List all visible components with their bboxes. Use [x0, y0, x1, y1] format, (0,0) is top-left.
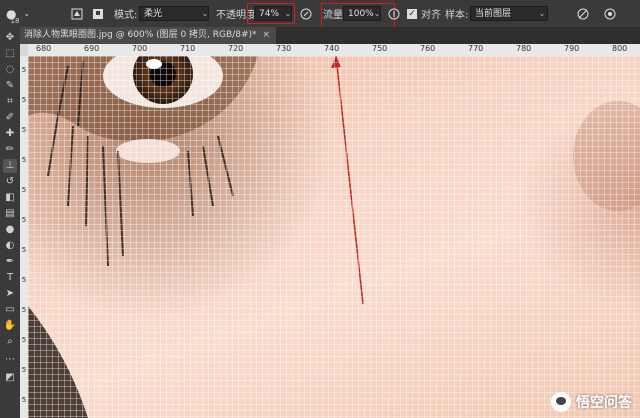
- ruler-tick-label: 780: [516, 44, 532, 53]
- ignore-adjustment-icon: [577, 8, 589, 19]
- brush-preset-picker[interactable]: ● 18 ⌄: [6, 0, 30, 27]
- ruler-tick-label: 5: [21, 126, 27, 134]
- clone-source-panel-button[interactable]: [71, 0, 83, 27]
- clone-stamp-tool-icon[interactable]: ⊥: [3, 159, 17, 173]
- crop-tool-icon[interactable]: ⌗: [3, 95, 17, 109]
- pressure-opacity-button[interactable]: [300, 0, 312, 27]
- ruler-tick-label: 5: [21, 336, 27, 344]
- history-brush-tool-icon[interactable]: ↺: [3, 175, 17, 189]
- edit-toolbar-icon[interactable]: ⋯: [3, 353, 17, 367]
- marquee-tool-icon[interactable]: ⬚: [3, 47, 17, 61]
- type-tool-icon[interactable]: T: [3, 271, 17, 285]
- sample-select[interactable]: 当前图层: [470, 6, 548, 21]
- mode-select[interactable]: 柔光: [139, 6, 209, 21]
- clone-source-icon: [71, 8, 83, 19]
- brush-tool-icon[interactable]: ✏: [3, 143, 17, 157]
- quick-select-tool-icon[interactable]: ✎: [3, 79, 17, 93]
- document-modified-mark: *: [252, 30, 257, 40]
- document-title: 消除人物黑眼圈图.jpg @ 600% (图层 0 拷贝, RGB/8#): [24, 30, 252, 40]
- airbrush-button[interactable]: [388, 0, 400, 27]
- chevron-down-icon: ⌄: [23, 9, 31, 18]
- tools-panel: ✥ ⬚ ◌ ✎ ⌗ ✐ ✚ ✏ ⊥ ↺ ◧ ▤ ● ◐ ✒ T ➤ ▭ ✋ ⌕ …: [0, 27, 21, 418]
- options-bar: ● 18 ⌄ 模式: 柔光 ⌄ 不透明度: 74% ⌄ 流量: 100% ⌄ ✓…: [0, 0, 640, 31]
- stamp-settings-icon: [93, 8, 103, 19]
- pressure-size-button[interactable]: [604, 0, 616, 27]
- brush-settings-button[interactable]: [92, 0, 104, 27]
- watermark: 悟空问答: [551, 392, 632, 412]
- ruler-tick-label: 750: [372, 44, 388, 53]
- ruler-tick-label: 5: [21, 186, 27, 194]
- move-tool-icon[interactable]: ✥: [3, 31, 17, 45]
- ruler-tick-label: 710: [180, 44, 196, 53]
- opacity-highlight-box: [247, 3, 295, 24]
- aligned-checkbox[interactable]: ✓: [407, 0, 417, 27]
- sample-value: 当前图层: [475, 9, 512, 19]
- eyedropper-tool-icon[interactable]: ✐: [3, 111, 17, 125]
- ruler-tick-label: 680: [36, 44, 52, 53]
- dodge-tool-icon[interactable]: ◐: [3, 239, 17, 253]
- brush-size: 18: [10, 16, 20, 25]
- ruler-tick-label: 5: [21, 306, 27, 314]
- ruler-tick-label: 5: [21, 216, 27, 224]
- chevron-down-icon: ⌄: [538, 9, 546, 18]
- chevron-down-icon: ⌄: [201, 9, 209, 18]
- ruler-origin[interactable]: [20, 44, 28, 56]
- checkbox-checked-icon: ✓: [407, 8, 417, 19]
- ruler-tick-label: 800: [612, 44, 628, 53]
- foreground-background-color-icon[interactable]: ◩: [3, 371, 17, 385]
- ruler-tick-label: 690: [84, 44, 100, 53]
- ruler-tick-label: 5: [21, 276, 27, 284]
- blur-tool-icon[interactable]: ●: [3, 223, 17, 237]
- ruler-tick-label: 720: [228, 44, 244, 53]
- ruler-tick-label: 5: [21, 396, 27, 404]
- mode-label: 模式:: [114, 10, 138, 21]
- healing-brush-tool-icon[interactable]: ✚: [3, 127, 17, 141]
- ruler-tick-label: 5: [21, 156, 27, 164]
- pixel-grid: [28, 56, 640, 418]
- gradient-tool-icon[interactable]: ▤: [3, 207, 17, 221]
- close-icon[interactable]: ×: [263, 30, 271, 40]
- ruler-tick-label: 5: [21, 366, 27, 374]
- document-tab[interactable]: 消除人物黑眼圈图.jpg @ 600% (图层 0 拷贝, RGB/8#)* ×: [20, 27, 277, 44]
- eraser-tool-icon[interactable]: ◧: [3, 191, 17, 205]
- watermark-text: 悟空问答: [576, 395, 632, 411]
- aligned-label: 对齐: [421, 10, 441, 21]
- hand-tool-icon[interactable]: ✋: [3, 319, 17, 333]
- ignore-adjustment-layers-button[interactable]: [577, 0, 589, 27]
- wukong-logo-icon: [551, 392, 571, 412]
- pen-tool-icon[interactable]: ✒: [3, 255, 17, 269]
- mode-value: 柔光: [144, 9, 163, 19]
- document-tab-bar: 消除人物黑眼圈图.jpg @ 600% (图层 0 拷贝, RGB/8#)* ×: [20, 27, 640, 44]
- ruler-tick-label: 5: [21, 246, 27, 254]
- pressure-pen-icon: [300, 8, 312, 19]
- ruler-tick-label: 5: [21, 96, 27, 104]
- airbrush-icon: [388, 8, 400, 19]
- ruler-tick-label: 740: [324, 44, 340, 53]
- ruler-tick-label: 790: [564, 44, 580, 53]
- image-canvas[interactable]: 悟空问答: [28, 56, 640, 418]
- ruler-tick-label: 700: [132, 44, 148, 53]
- path-select-tool-icon[interactable]: ➤: [3, 287, 17, 301]
- ruler-tick-label: 730: [276, 44, 292, 53]
- shape-tool-icon[interactable]: ▭: [3, 303, 17, 317]
- zoom-tool-icon[interactable]: ⌕: [3, 335, 17, 349]
- pressure-size-icon: [604, 8, 616, 19]
- ruler-tick-label: 760: [420, 44, 436, 53]
- lasso-tool-icon[interactable]: ◌: [3, 63, 17, 77]
- sample-label: 样本:: [445, 10, 469, 21]
- ruler-tick-label: 5: [21, 66, 27, 74]
- ruler-tick-label: 770: [468, 44, 484, 53]
